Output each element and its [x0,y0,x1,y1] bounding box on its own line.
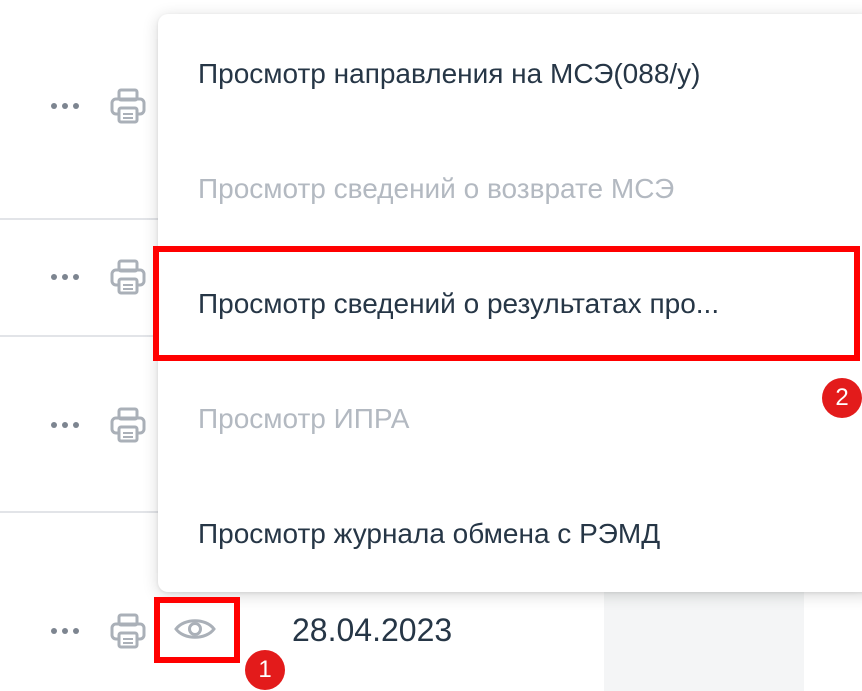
step-badge-1: 1 [245,650,285,690]
row-date: 28.04.2023 [292,612,453,648]
menu-item-view-referral-mse[interactable]: Просмотр направления на МСЭ(088/у) [198,44,862,104]
menu-item-view-ipra: Просмотр ИПРА [198,403,410,434]
menu-item-view-remd-log[interactable]: Просмотр журнала обмена с РЭМД [198,504,862,564]
more-actions-icon[interactable] [51,627,81,635]
highlight-box-eye-icon [154,597,240,663]
more-actions-icon[interactable] [51,273,81,281]
printer-icon[interactable] [108,86,148,126]
redacted-area [604,592,804,691]
printer-icon[interactable] [108,257,148,297]
more-actions-icon[interactable] [51,102,81,110]
printer-icon[interactable] [108,611,148,651]
printer-icon[interactable] [108,405,148,445]
row-divider [0,218,175,220]
row-divider [0,511,175,513]
row-divider [0,335,175,337]
step-badge-2: 2 [822,378,862,418]
highlight-box-menu-item [153,246,860,361]
menu-item-view-return-info: Просмотр сведений о возврате МСЭ [198,173,675,204]
more-actions-icon[interactable] [51,421,81,429]
